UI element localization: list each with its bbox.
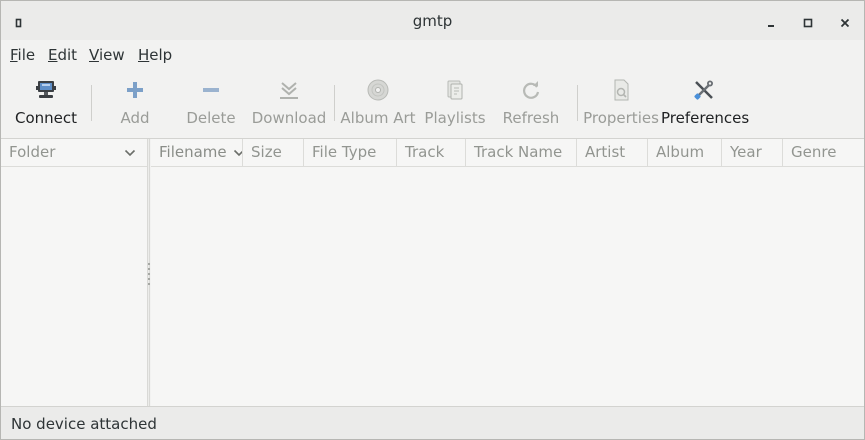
menu-help[interactable]: Help xyxy=(138,46,172,64)
connect-button[interactable]: Connect xyxy=(6,68,86,138)
statusbar: No device attached xyxy=(1,406,864,439)
chevron-down-icon[interactable] xyxy=(124,148,136,158)
plus-icon xyxy=(127,82,143,98)
toolbar: Connect Add Delete Download Album Art Pl… xyxy=(1,68,864,138)
column-year[interactable]: Year xyxy=(722,139,783,166)
delete-label: Delete xyxy=(186,109,236,127)
window-title: gmtp xyxy=(412,12,453,30)
folder-header[interactable]: Folder xyxy=(1,139,147,167)
titlebar[interactable]: gmtp xyxy=(1,1,864,40)
add-button[interactable]: Add xyxy=(97,68,173,138)
album-art-label: Album Art xyxy=(340,109,416,127)
preferences-label: Preferences xyxy=(661,109,750,127)
column-track[interactable]: Track xyxy=(397,139,466,166)
properties-icon xyxy=(614,79,629,101)
status-text: No device attached xyxy=(11,415,157,433)
drag-handle-icon[interactable] xyxy=(148,261,150,285)
maximize-icon[interactable] xyxy=(802,14,814,28)
column-album[interactable]: Album xyxy=(648,139,722,166)
menu-view[interactable]: View xyxy=(89,46,125,64)
column-filename[interactable]: Filename xyxy=(151,139,243,166)
file-list-pane[interactable]: Filename Size File Type Track Track Name… xyxy=(151,139,864,407)
tools-icon xyxy=(694,80,713,100)
download-icon xyxy=(280,82,298,99)
app-window: gmtp File Edit View Help Connect Add Del… xyxy=(0,0,865,440)
folder-pane[interactable]: Folder xyxy=(1,139,147,407)
close-icon[interactable] xyxy=(839,14,851,28)
toolbar-separator xyxy=(334,85,335,121)
computer-icon xyxy=(36,81,56,98)
connect-label: Connect xyxy=(14,109,78,127)
delete-button[interactable]: Delete xyxy=(173,68,249,138)
menubar: File Edit View Help xyxy=(1,40,864,68)
add-label: Add xyxy=(120,109,150,127)
file-list-header: Filename Size File Type Track Track Name… xyxy=(151,139,864,167)
sort-chevron-down-icon xyxy=(234,149,242,156)
refresh-button[interactable]: Refresh xyxy=(493,68,569,138)
refresh-icon xyxy=(523,81,540,99)
main-area: Folder Filename Size File Type Track Tra… xyxy=(1,138,864,407)
column-track-name[interactable]: Track Name xyxy=(466,139,577,166)
properties-label: Properties xyxy=(583,109,659,127)
column-file-type[interactable]: File Type xyxy=(304,139,397,166)
playlists-label: Playlists xyxy=(424,109,486,127)
minimize-icon[interactable] xyxy=(765,14,777,27)
properties-button[interactable]: Properties xyxy=(583,68,659,138)
menu-file[interactable]: File xyxy=(10,46,35,64)
download-label: Download xyxy=(251,109,327,127)
toolbar-separator xyxy=(91,85,92,121)
playlist-icon xyxy=(447,80,463,100)
toolbar-separator xyxy=(577,85,578,121)
minus-icon xyxy=(203,88,219,92)
column-genre[interactable]: Genre xyxy=(783,139,864,166)
refresh-label: Refresh xyxy=(502,109,560,127)
preferences-button[interactable]: Preferences xyxy=(661,68,750,138)
folder-column-label: Folder xyxy=(9,143,56,161)
column-size[interactable]: Size xyxy=(243,139,304,166)
download-button[interactable]: Download xyxy=(251,68,327,138)
menu-edit[interactable]: Edit xyxy=(48,46,77,64)
album-art-button[interactable]: Album Art xyxy=(339,68,417,138)
column-artist[interactable]: Artist xyxy=(577,139,648,166)
cd-icon xyxy=(367,79,389,101)
playlists-button[interactable]: Playlists xyxy=(417,68,493,138)
